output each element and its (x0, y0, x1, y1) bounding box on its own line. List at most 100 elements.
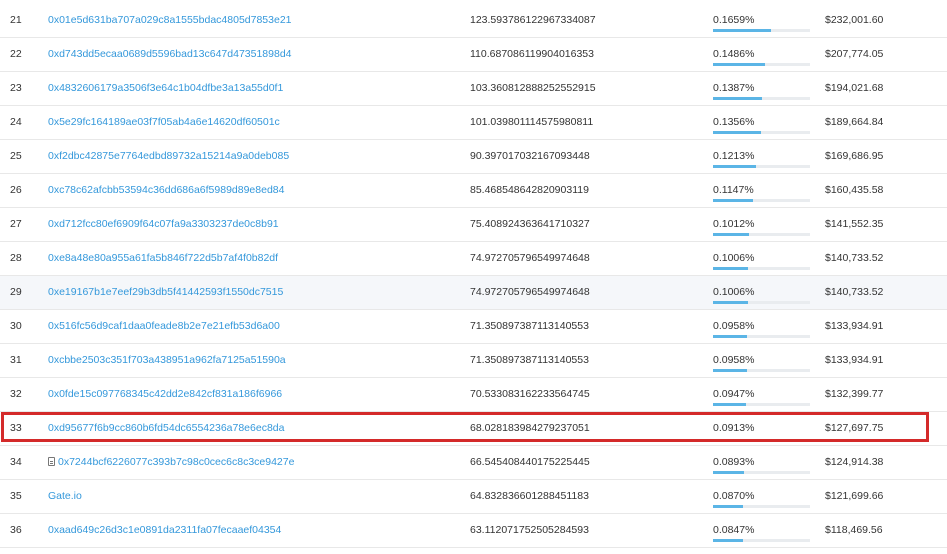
table-row: 33 0xd95677f6b9cc860b6fd54dc6554236a78e6… (0, 412, 947, 446)
percentage-bar-fill (713, 335, 747, 338)
token-holders-table: 21 0x01e5d631ba707a029c8a1555bdac4805d78… (0, 0, 947, 554)
percentage: 0.1147% (713, 184, 754, 196)
quantity: 74.972705796549974648 (470, 252, 590, 264)
table-row: 35 Gate.io 64.832836601288451183 0.0870%… (0, 480, 947, 514)
rank: 35 (10, 490, 22, 502)
percentage-bar-fill (713, 267, 748, 270)
percentage: 0.1213% (713, 150, 755, 162)
rank: 36 (10, 524, 22, 536)
value: $232,001.60 (825, 14, 884, 26)
value: $169,686.95 (825, 150, 884, 162)
percentage: 0.1012% (713, 218, 755, 230)
value: $127,697.75 (825, 422, 884, 434)
rank: 28 (10, 252, 22, 264)
percentage: 0.1387% (713, 82, 755, 94)
table-row: 26 0xc78c62afcbb53594c36dd686a6f5989d89e… (0, 174, 947, 208)
value: $140,733.52 (825, 252, 884, 264)
table-row: 31 0xcbbe2503c351f703a438951a962fa7125a5… (0, 344, 947, 378)
percentage-bar-fill (713, 471, 745, 474)
rank: 32 (10, 388, 22, 400)
quantity: 75.408924363641710327 (470, 218, 590, 230)
rank: 22 (10, 48, 22, 60)
quantity: 110.687086119904016353 (470, 48, 594, 60)
holder-address-link[interactable]: 0xd743dd5ecaa0689d5596bad13c647d47351898… (48, 38, 448, 71)
percentage-bar (713, 29, 810, 32)
percentage-bar (713, 131, 810, 134)
holder-address-link[interactable]: 0x0fde15c097768345c42dd2e842cf831a186f69… (48, 378, 448, 411)
holder-address-link[interactable]: 0x01e5d631ba707a029c8a1555bdac4805d7853e… (48, 4, 448, 37)
value: $124,914.38 (825, 456, 884, 468)
percentage-bar-fill (713, 63, 766, 66)
table-row: 24 0x5e29fc164189ae03f7f05ab4a6e14620df6… (0, 106, 947, 140)
rank: 21 (10, 14, 22, 26)
holder-address-text: 0x7244bcf6226077c393b7c98c0cec6c8c3ce942… (58, 456, 295, 468)
percentage-bar (713, 301, 810, 304)
rank: 33 (10, 422, 22, 434)
value: $141,552.35 (825, 218, 884, 230)
holder-address-link[interactable]: 0xaad649c26d3c1e0891da2311fa07fecaaef043… (48, 514, 448, 547)
holder-address-link[interactable]: 0xe19167b1e7eef29b3db5f41442593f1550dc75… (48, 276, 448, 309)
holder-address-link[interactable]: 0x5e29fc164189ae03f7f05ab4a6e14620df6050… (48, 106, 448, 139)
quantity: 70.533083162233564745 (470, 388, 590, 400)
percentage-bar (713, 369, 810, 372)
percentage: 0.0870% (713, 490, 755, 502)
percentage-bar-fill (713, 301, 748, 304)
percentage-bar (713, 539, 810, 542)
percentage-bar-fill (713, 199, 753, 202)
table-row: 22 0xd743dd5ecaa0689d5596bad13c647d47351… (0, 38, 947, 72)
table-row: 36 0xaad649c26d3c1e0891da2311fa07fecaaef… (0, 514, 947, 548)
percentage-bar (713, 505, 810, 508)
rank: 29 (10, 286, 22, 298)
holder-address-link[interactable]: 0xd95677f6b9cc860b6fd54dc6554236a78e6ec8… (48, 412, 448, 445)
value: $121,699.66 (825, 490, 884, 502)
rank: 24 (10, 116, 22, 128)
percentage-bar-fill (713, 403, 746, 406)
value: $160,435.58 (825, 184, 884, 196)
table-row: 27 0xd712fcc80ef6909f64c07fa9a3303237de0… (0, 208, 947, 242)
percentage-bar-fill (713, 29, 772, 32)
percentage-bar (713, 233, 810, 236)
holder-address-link[interactable]: 0x516fc56d9caf1daa0feade8b2e7e21efb53d6a… (48, 310, 448, 343)
quantity: 71.350897387113140553 (470, 320, 589, 332)
percentage-bar-fill (713, 165, 756, 168)
rank: 31 (10, 354, 22, 366)
quantity: 63.112071752505284593 (470, 524, 589, 536)
table-row: 23 0x4832606179a3506f3e64c1b04dfbe3a13a5… (0, 72, 947, 106)
table-row: 32 0x0fde15c097768345c42dd2e842cf831a186… (0, 378, 947, 412)
holder-address-link[interactable]: 0x4832606179a3506f3e64c1b04dfbe3a13a55d0… (48, 72, 448, 105)
percentage: 0.1659% (713, 14, 755, 26)
percentage: 0.0958% (713, 354, 755, 366)
quantity: 66.545408440175225445 (470, 456, 590, 468)
rank: 23 (10, 82, 22, 94)
percentage-bar (713, 63, 810, 66)
value: $194,021.68 (825, 82, 884, 94)
rank: 25 (10, 150, 22, 162)
quantity: 68.028183984279237051 (470, 422, 590, 434)
percentage-bar-fill (713, 539, 744, 542)
holder-address-link[interactable]: Gate.io (48, 480, 448, 513)
holder-address-link[interactable]: 0xf2dbc42875e7764edbd89732a15214a9a0deb0… (48, 140, 448, 173)
quantity: 90.397017032167093448 (470, 150, 590, 162)
holder-address-link[interactable]: 0xe8a48e80a955a61fa5b846f722d5b7af4f0b82… (48, 242, 448, 275)
value: $189,664.84 (825, 116, 884, 128)
table-row: 29 0xe19167b1e7eef29b3db5f41442593f1550d… (0, 276, 947, 310)
quantity: 123.593786122967334087 (470, 14, 596, 26)
quantity: 85.468548642820903119 (470, 184, 589, 196)
holder-address-link[interactable]: 0xcbbe2503c351f703a438951a962fa7125a5159… (48, 344, 448, 377)
percentage-bar (713, 335, 810, 338)
value: $133,934.91 (825, 320, 884, 332)
percentage-bar-fill (713, 505, 744, 508)
percentage-bar (713, 403, 810, 406)
percentage: 0.0913% (713, 422, 755, 434)
table-row: 30 0x516fc56d9caf1daa0feade8b2e7e21efb53… (0, 310, 947, 344)
percentage-bar (713, 165, 810, 168)
quantity: 74.972705796549974648 (470, 286, 590, 298)
percentage-bar (713, 97, 810, 100)
percentage: 0.1356% (713, 116, 755, 128)
holder-address-link[interactable]: 0xd712fcc80ef6909f64c07fa9a3303237de0c8b… (48, 208, 448, 241)
holder-address-link[interactable]: 0xc78c62afcbb53594c36dd686a6f5989d89e8ed… (48, 174, 448, 207)
rank: 27 (10, 218, 22, 230)
table-row: 25 0xf2dbc42875e7764edbd89732a15214a9a0d… (0, 140, 947, 174)
holder-address-link[interactable]: 0x7244bcf6226077c393b7c98c0cec6c8c3ce942… (48, 446, 448, 479)
value: $132,399.77 (825, 388, 884, 400)
